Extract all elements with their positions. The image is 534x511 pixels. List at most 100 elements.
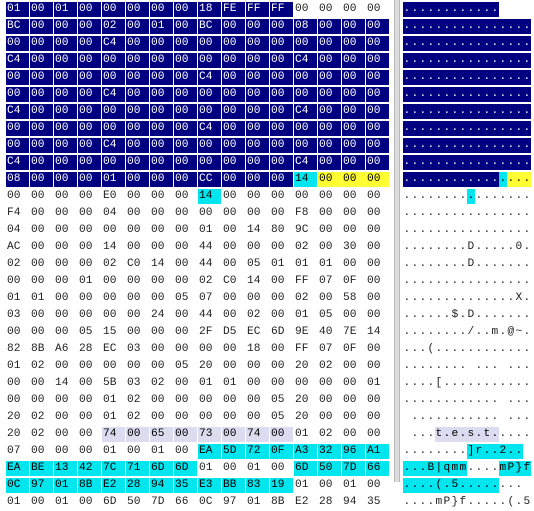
hex-byte[interactable]: 00 <box>54 427 77 442</box>
hex-byte[interactable]: 00 <box>6 87 29 102</box>
hex-byte[interactable]: D5 <box>222 325 245 340</box>
hex-byte[interactable]: 00 <box>30 495 53 510</box>
hex-byte[interactable]: 00 <box>198 53 221 68</box>
hex-byte[interactable]: 00 <box>102 104 125 119</box>
hex-byte[interactable]: 50 <box>126 495 149 510</box>
ascii-char[interactable]: . <box>443 189 451 204</box>
ascii-char[interactable]: . <box>507 53 515 68</box>
hex-byte[interactable]: C0 <box>222 274 245 289</box>
hex-byte[interactable]: 01 <box>294 308 317 323</box>
ascii-char[interactable]: . <box>419 308 427 323</box>
hex-byte[interactable]: 00 <box>126 155 149 170</box>
ascii-char[interactable]: . <box>467 206 475 221</box>
ascii-char[interactable]: . <box>459 410 467 425</box>
ascii-char[interactable]: . <box>467 410 475 425</box>
hex-byte[interactable]: 00 <box>78 87 101 102</box>
hex-byte[interactable]: 01 <box>366 376 389 391</box>
hex-byte[interactable]: 00 <box>54 138 77 153</box>
hex-byte[interactable]: 00 <box>294 70 317 85</box>
ascii-char[interactable]: . <box>491 240 499 255</box>
hex-byte[interactable]: FF <box>294 274 317 289</box>
ascii-char[interactable]: . <box>427 257 435 272</box>
ascii-char[interactable]: . <box>403 308 411 323</box>
ascii-char[interactable]: . <box>515 223 523 238</box>
ascii-char[interactable]: . <box>483 2 491 17</box>
ascii-char[interactable]: . <box>507 223 515 238</box>
hex-byte[interactable]: 01 <box>294 257 317 272</box>
ascii-char[interactable]: . <box>411 376 419 391</box>
ascii-char[interactable]: . <box>403 19 411 34</box>
ascii-char[interactable]: . <box>451 274 459 289</box>
hex-byte[interactable]: 00 <box>318 87 341 102</box>
ascii-char[interactable]: . <box>483 189 491 204</box>
ascii-char[interactable]: ( <box>435 478 443 493</box>
ascii-char[interactable]: . <box>427 206 435 221</box>
hex-byte[interactable]: 42 <box>78 461 101 476</box>
ascii-char[interactable]: . <box>427 121 435 136</box>
ascii-char[interactable]: D <box>467 257 475 272</box>
hex-byte[interactable]: 08 <box>294 19 317 34</box>
hex-byte[interactable]: 05 <box>78 325 101 340</box>
hex-byte[interactable]: 00 <box>342 87 365 102</box>
hex-byte[interactable]: 14 <box>366 325 389 340</box>
hex-byte[interactable]: 00 <box>366 138 389 153</box>
hex-byte[interactable]: 00 <box>174 138 197 153</box>
ascii-char[interactable]: . <box>459 478 467 493</box>
hex-byte[interactable]: 00 <box>246 70 269 85</box>
ascii-char[interactable] <box>403 410 411 425</box>
ascii-char[interactable]: . <box>491 189 499 204</box>
ascii-char[interactable]: . <box>403 444 411 459</box>
ascii-char[interactable]: . <box>435 155 443 170</box>
ascii-char[interactable]: . <box>491 87 499 102</box>
hex-byte[interactable]: 00 <box>270 427 293 442</box>
ascii-char[interactable]: X <box>515 291 523 306</box>
ascii-char[interactable]: . <box>427 19 435 34</box>
ascii-char[interactable]: . <box>507 172 515 187</box>
ascii-char[interactable]: . <box>403 240 411 255</box>
hex-byte[interactable]: 00 <box>150 155 173 170</box>
ascii-char[interactable]: . <box>419 189 427 204</box>
hex-byte[interactable]: 00 <box>246 376 269 391</box>
ascii-char[interactable]: . <box>427 274 435 289</box>
hex-byte[interactable]: 00 <box>126 138 149 153</box>
hex-byte[interactable]: 00 <box>150 172 173 187</box>
hex-byte[interactable]: 00 <box>150 325 173 340</box>
hex-byte[interactable]: 74 <box>102 427 125 442</box>
ascii-char[interactable]: . <box>491 121 499 136</box>
ascii-char[interactable]: . <box>467 189 475 204</box>
ascii-char[interactable]: . <box>499 223 507 238</box>
ascii-char[interactable]: . <box>459 376 467 391</box>
ascii-char[interactable]: . <box>451 393 459 408</box>
hex-byte[interactable]: 01 <box>102 410 125 425</box>
ascii-char[interactable]: . <box>483 70 491 85</box>
ascii-char[interactable]: . <box>507 206 515 221</box>
ascii-char[interactable]: . <box>483 172 491 187</box>
hex-byte[interactable]: 6D <box>294 461 317 476</box>
ascii-char[interactable]: . <box>459 138 467 153</box>
ascii-char[interactable]: . <box>435 53 443 68</box>
hex-byte[interactable]: 00 <box>222 410 245 425</box>
ascii-char[interactable]: . <box>443 70 451 85</box>
hex-byte[interactable]: 00 <box>150 87 173 102</box>
hex-byte[interactable]: 00 <box>318 19 341 34</box>
ascii-char[interactable]: . <box>435 87 443 102</box>
ascii-char[interactable]: . <box>515 478 523 493</box>
hex-byte[interactable]: 00 <box>174 172 197 187</box>
hex-byte[interactable]: C4 <box>294 53 317 68</box>
ascii-char[interactable]: . <box>491 427 499 442</box>
ascii-char[interactable]: . <box>411 291 419 306</box>
ascii-char[interactable]: . <box>403 206 411 221</box>
ascii-char[interactable]: . <box>467 70 475 85</box>
hex-byte[interactable]: 00 <box>198 410 221 425</box>
ascii-char[interactable]: . <box>523 359 531 374</box>
hex-byte[interactable]: 01 <box>6 495 29 510</box>
ascii-char[interactable]: } <box>515 461 523 476</box>
ascii-char[interactable]: . <box>435 359 443 374</box>
ascii-char[interactable]: . <box>403 274 411 289</box>
ascii-char[interactable]: . <box>451 359 459 374</box>
ascii-char[interactable]: . <box>491 70 499 85</box>
ascii-char[interactable]: . <box>411 172 419 187</box>
ascii-char[interactable]: . <box>491 376 499 391</box>
hex-byte[interactable]: 00 <box>366 104 389 119</box>
ascii-char[interactable]: . <box>435 274 443 289</box>
